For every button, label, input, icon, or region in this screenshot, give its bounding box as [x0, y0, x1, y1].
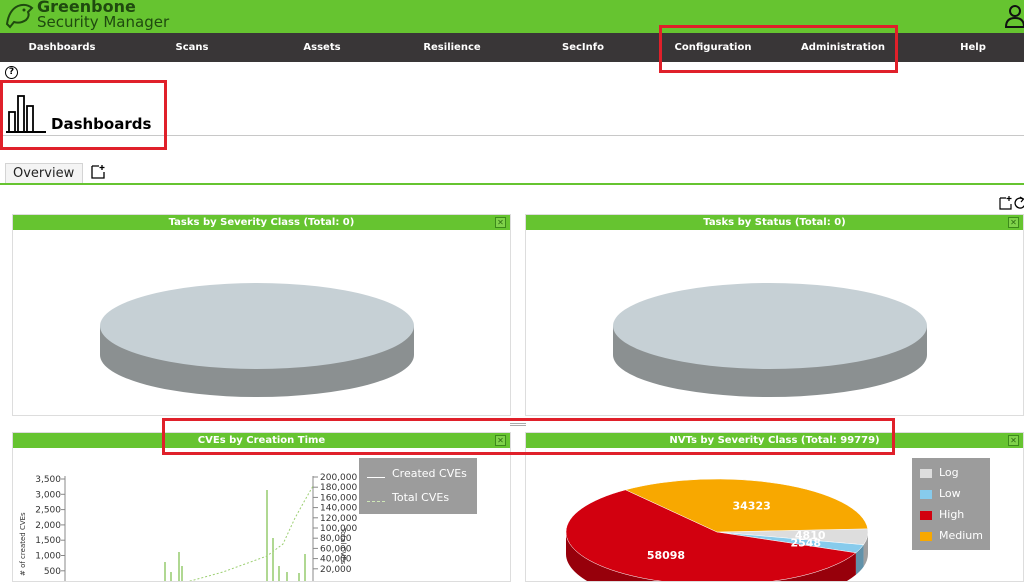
panel-tasks-by-status: Tasks by Status (Total: 0) ✕ [525, 214, 1024, 416]
reset-dashboard-icon[interactable] [1014, 196, 1024, 209]
nav-item-scans[interactable]: Scans [132, 33, 252, 62]
total-cves-line [188, 485, 314, 581]
legend-swatch [920, 468, 932, 478]
legend-low: Low [920, 487, 961, 501]
legend-total-cves: Total CVEs [367, 491, 449, 505]
legend-label: Medium [939, 529, 983, 542]
right-tick-label: 80,000 [320, 534, 352, 544]
legend-label: Low [939, 487, 961, 500]
tab-divider [0, 183, 1024, 185]
cve-legend: Created CVEs Total CVEs [359, 458, 477, 514]
title-divider [0, 135, 1024, 136]
right-tick-label: 120,000 [320, 514, 357, 524]
user-icon[interactable] [1004, 4, 1024, 28]
panel-cves-by-creation-time: CVEs by Creation Time ✕ # of created CVE… [12, 432, 511, 582]
legend-swatch [920, 510, 932, 520]
legend-created-cves: Created CVEs [367, 467, 467, 481]
close-icon[interactable]: ✕ [1008, 435, 1019, 446]
right-tick-label: 180,000 [320, 483, 357, 493]
left-tick-label: 1,000 [35, 552, 61, 562]
panel-tasks-by-severity: Tasks by Severity Class (Total: 0) ✕ [12, 214, 511, 416]
legend-label: Log [939, 466, 959, 479]
left-tick-label: 3,500 [35, 475, 61, 485]
new-dashboard-icon[interactable] [90, 164, 106, 180]
tab-overview[interactable]: Overview [5, 163, 83, 184]
panel-title: Tasks by Severity Class (Total: 0) [13, 215, 510, 230]
empty-pie-chart [613, 283, 927, 397]
left-tick-label: 2,500 [35, 506, 61, 516]
page-title: Dashboards [51, 115, 152, 133]
nav-item-help[interactable]: Help [913, 33, 1024, 62]
main-navigation: Dashboards Scans Assets Resilience SecInfo Co… [0, 33, 1024, 62]
close-icon[interactable]: ✕ [1008, 217, 1019, 228]
brand-subtitle: Security Manager [37, 13, 170, 31]
legend-swatch [920, 489, 932, 499]
created-cves-bars [164, 490, 306, 581]
right-tick-label: 140,000 [320, 504, 357, 514]
legend-log: Log [920, 466, 959, 480]
left-tick-label: 1,500 [35, 536, 61, 546]
legend-medium: Medium [920, 529, 983, 543]
panel-title: CVEs by Creation Time [13, 433, 510, 448]
right-tick-label: 40,000 [320, 555, 352, 565]
nav-item-administration[interactable]: Administration [783, 33, 903, 62]
pie-value-label: 2548 [790, 536, 821, 549]
dashboard-tools [998, 195, 1024, 215]
panel-nvts-by-severity: NVTs by Severity Class (Total: 99779) ✕ … [525, 432, 1024, 582]
resize-handle[interactable] [510, 423, 526, 426]
right-tick-label: 20,000 [320, 565, 352, 575]
legend-label: High [939, 508, 965, 521]
left-axis-label: # of created CVEs [19, 512, 27, 576]
panel-title: Tasks by Status (Total: 0) [526, 215, 1023, 230]
right-tick-label: 60,000 [320, 544, 352, 554]
legend-high: High [920, 508, 964, 522]
add-display-icon[interactable] [999, 196, 1012, 210]
right-tick-label: 160,000 [320, 493, 357, 503]
panel-title: NVTs by Severity Class (Total: 99779) [526, 433, 1023, 448]
dashboard-bar-chart-icon [6, 95, 46, 133]
nav-item-configuration[interactable]: Configuration [653, 33, 773, 62]
pie-value-label: 34323 [732, 500, 770, 513]
pie-value-label: 58098 [647, 549, 685, 562]
right-tick-label: 100,000 [320, 524, 357, 534]
top-bar: Greenbone Security Manager [0, 0, 1024, 33]
close-icon[interactable]: ✕ [495, 217, 506, 228]
empty-pie-chart [100, 283, 414, 397]
left-tick-label: 3,000 [35, 490, 61, 500]
left-tick-label: 2,000 [35, 521, 61, 531]
legend-swatch [920, 531, 932, 541]
help-icon[interactable]: ? [5, 66, 18, 79]
nav-item-secinfo[interactable]: SecInfo [523, 33, 643, 62]
nvt-legend: Log Low High Medium [912, 458, 990, 550]
greenbone-logo-icon[interactable] [4, 0, 34, 30]
right-tick-label: 200,000 [320, 473, 357, 483]
close-icon[interactable]: ✕ [495, 435, 506, 446]
left-tick-label: 500 [44, 567, 61, 577]
nav-item-resilience[interactable]: Resilience [392, 33, 512, 62]
nav-item-assets[interactable]: Assets [262, 33, 382, 62]
nav-item-dashboards[interactable]: Dashboards [2, 33, 122, 62]
